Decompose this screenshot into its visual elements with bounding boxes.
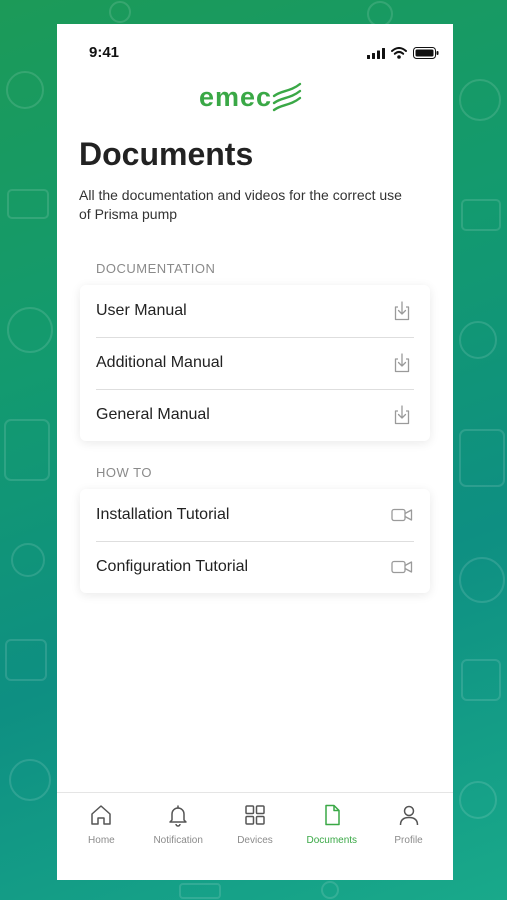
tutorial-row-configuration[interactable]: Configuration Tutorial	[80, 541, 430, 593]
section-header-documentation: DOCUMENTATION	[96, 261, 216, 276]
tab-profile[interactable]: Profile	[372, 793, 446, 880]
wifi-icon	[391, 46, 407, 64]
tab-bar: Home Notification Devices Documents Prof…	[57, 792, 453, 880]
how-to-card: Installation Tutorial Configuration Tuto…	[80, 489, 430, 593]
video-icon[interactable]	[391, 504, 413, 526]
document-row-general-manual[interactable]: General Manual	[80, 389, 430, 441]
grid-icon	[243, 803, 267, 832]
download-icon[interactable]	[391, 404, 413, 426]
brand-logo-text: emec	[199, 82, 273, 112]
brand-logo: emec	[199, 78, 302, 117]
battery-icon	[413, 46, 439, 64]
tutorial-row-installation[interactable]: Installation Tutorial	[80, 489, 430, 541]
status-time: 9:41	[89, 44, 120, 61]
tab-label: Documents	[306, 835, 358, 846]
page-subtitle: All the documentation and videos for the…	[79, 187, 402, 222]
tab-home[interactable]: Home	[64, 793, 138, 880]
home-icon	[89, 803, 113, 832]
document-row-additional-manual[interactable]: Additional Manual	[80, 337, 430, 389]
section-header-how-to: HOW TO	[96, 465, 152, 480]
tab-documents[interactable]: Documents	[295, 793, 369, 880]
phone-screen: 9:41 emec Documents All the documentatio…	[57, 24, 453, 880]
cellular-signal-icon	[367, 46, 385, 64]
page-title: Documents	[79, 136, 254, 172]
download-icon[interactable]	[391, 352, 413, 374]
document-row-user-manual[interactable]: User Manual	[80, 285, 430, 337]
document-row-label: User Manual	[96, 302, 187, 319]
tab-label: Devices	[237, 835, 273, 846]
tab-devices[interactable]: Devices	[218, 793, 292, 880]
download-icon[interactable]	[391, 300, 413, 322]
status-bar: 9:41	[57, 24, 453, 80]
documentation-card: User Manual Additional Manual General Ma…	[80, 285, 430, 441]
tab-label: Home	[88, 835, 115, 846]
tab-notification[interactable]: Notification	[141, 793, 215, 880]
document-row-label: General Manual	[96, 406, 210, 423]
tutorial-row-label: Installation Tutorial	[96, 506, 230, 523]
bell-icon	[166, 803, 190, 832]
tutorial-row-label: Configuration Tutorial	[96, 558, 249, 575]
wave-lines-icon	[272, 78, 302, 117]
person-icon	[397, 803, 421, 832]
document-row-label: Additional Manual	[96, 354, 224, 371]
status-icons	[367, 46, 439, 64]
document-icon	[320, 803, 344, 832]
video-icon[interactable]	[391, 556, 413, 578]
tab-label: Profile	[394, 835, 423, 846]
tab-label: Notification	[153, 835, 203, 846]
